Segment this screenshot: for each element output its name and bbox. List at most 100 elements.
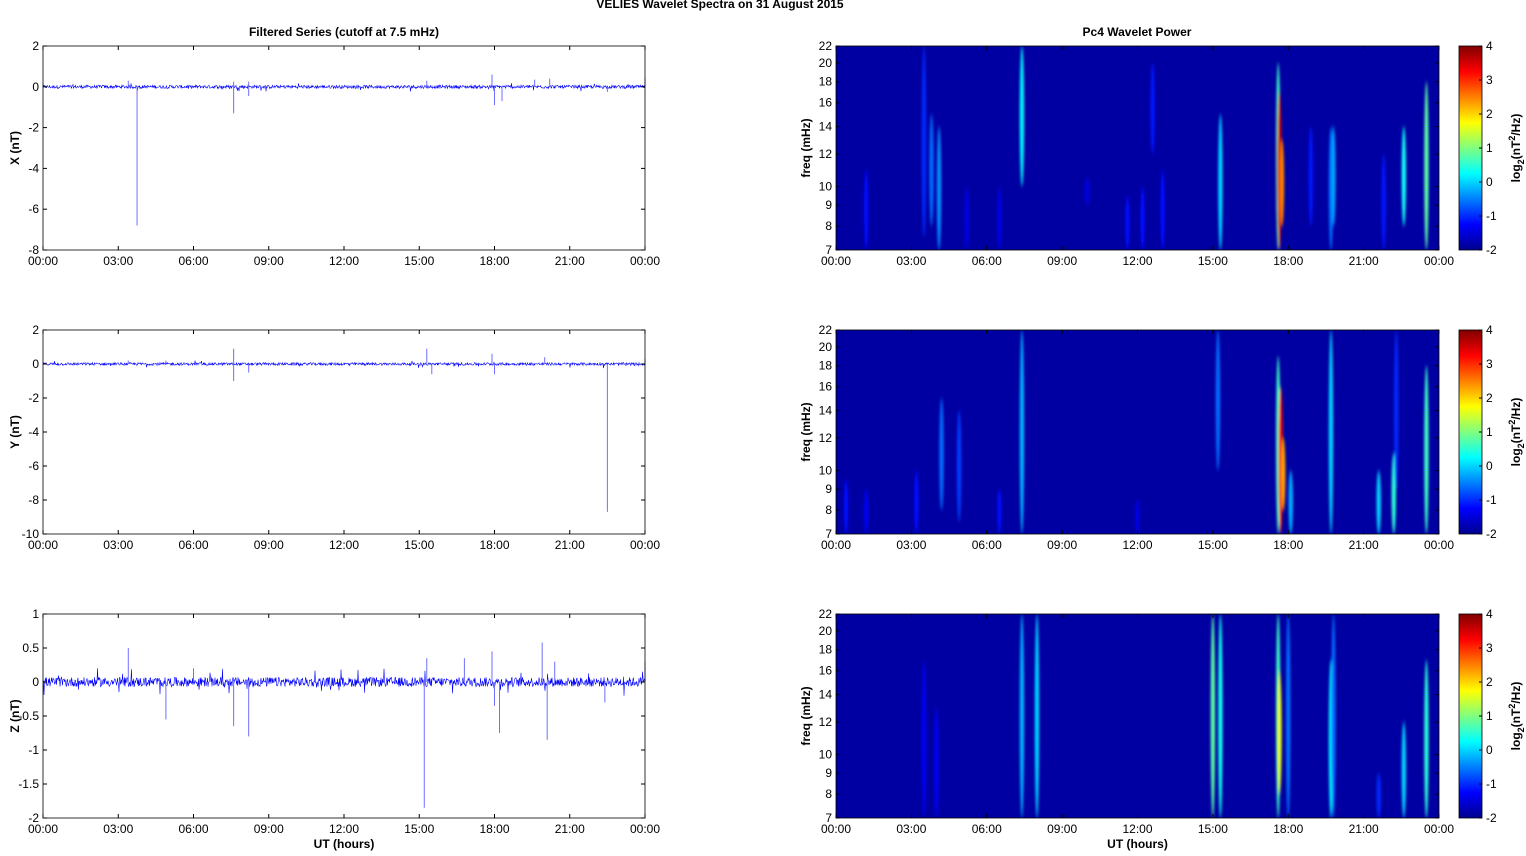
x-tick-label: 18:00 xyxy=(1273,822,1303,836)
y-axis-label: Z (nT) xyxy=(8,699,22,732)
x-tick-label: 21:00 xyxy=(555,822,585,836)
y-tick-label: 8 xyxy=(825,787,832,801)
x-tick-label: 21:00 xyxy=(555,254,585,268)
colorbar-label: log2(nT2/Hz) xyxy=(1507,398,1526,467)
wavelet-burst xyxy=(1394,330,1399,490)
colorbar-tick-label: 3 xyxy=(1486,73,1493,87)
figure: VELIES Wavelet Spectra on 31 August 2015… xyxy=(8,0,1526,851)
y-tick-label: 18 xyxy=(819,359,833,373)
wavelet-z-panel: 43210-1-2log2(nT2/Hz)00:00 03:00 06:00 09:0… xyxy=(799,607,1526,851)
wavelet-burst xyxy=(1218,114,1223,250)
plot-frame xyxy=(42,613,646,819)
wavelet-burst xyxy=(929,114,934,227)
y-tick-label: -8 xyxy=(28,243,39,257)
y-tick-label: 8 xyxy=(825,503,832,517)
wavelet-burst xyxy=(1279,139,1285,227)
x-tick-label: 18:00 xyxy=(479,254,509,268)
colorbar-tick-label: 1 xyxy=(1486,141,1493,155)
x-tick-label: 15:00 xyxy=(404,254,434,268)
y-tick-label: 22 xyxy=(819,323,833,337)
heatmap-background xyxy=(836,614,1439,818)
series-line xyxy=(42,360,646,369)
x-tick-label: 18:00 xyxy=(1273,254,1303,268)
y-tick-label: -1.5 xyxy=(18,777,39,791)
x-tick-label: 03:00 xyxy=(103,538,133,552)
colorbar-tick-label: -1 xyxy=(1486,209,1497,223)
x-tick-label: 21:00 xyxy=(1349,254,1379,268)
y-tick-label: 9 xyxy=(825,482,832,496)
colorbar-tick-label: -2 xyxy=(1486,243,1497,257)
x-tick-label: 06:00 xyxy=(972,538,1002,552)
y-tick-label: 1 xyxy=(32,607,39,621)
x-tick-label: 15:00 xyxy=(404,822,434,836)
wavelet-burst xyxy=(1160,169,1165,250)
x-tick-label: 12:00 xyxy=(1122,822,1152,836)
y-tick-label: -2 xyxy=(28,391,39,405)
y-tick-label: 22 xyxy=(819,607,833,621)
wavelet-burst xyxy=(1140,186,1145,250)
x-tick-label: 09:00 xyxy=(1047,254,1077,268)
y-tick-label: 18 xyxy=(819,643,833,657)
x-tick-label: 12:00 xyxy=(329,254,359,268)
heatmap-background xyxy=(836,46,1439,250)
wavelet-burst xyxy=(1424,659,1429,818)
colorbar-tick-label: 2 xyxy=(1486,391,1493,405)
x-tick-label: 15:00 xyxy=(1198,538,1228,552)
x-tick-label: 00:00 xyxy=(1424,538,1454,552)
y-tick-label: 12 xyxy=(819,431,833,445)
wavelet-burst xyxy=(1019,330,1025,534)
colorbar xyxy=(1458,329,1483,535)
wavelet-x-panel: 43210-1-2log2(nT2/Hz)00:00 03:00 06:00 09:0… xyxy=(799,39,1526,268)
y-tick-label: 2 xyxy=(32,39,39,53)
x-tick-label: 15:00 xyxy=(404,538,434,552)
x-tick-label: 00:00 xyxy=(630,254,660,268)
y-tick-label: 14 xyxy=(819,404,833,418)
wavelet-burst xyxy=(1210,614,1216,818)
x-axis-label: UT (hours) xyxy=(1107,837,1168,851)
wavelet-burst xyxy=(1085,177,1090,206)
colorbar-tick-label: 2 xyxy=(1486,107,1493,121)
x-tick-label: 21:00 xyxy=(1349,822,1379,836)
y-axis-label: freq (mHz) xyxy=(799,402,813,461)
wavelet-burst xyxy=(1376,773,1381,818)
y-tick-label: 12 xyxy=(819,715,833,729)
y-tick-label: 7 xyxy=(825,527,832,541)
series-z-panel: 00:00 03:00 06:00 09:00 12:00 15:00 18:00 21:00… xyxy=(8,607,660,851)
y-tick-label: 0 xyxy=(32,357,39,371)
colorbar-tick-label: 4 xyxy=(1486,39,1493,53)
colorbar xyxy=(1458,613,1483,819)
series-line xyxy=(42,83,646,92)
colorbar-tick-label: 0 xyxy=(1486,459,1493,473)
colorbar-tick-label: 4 xyxy=(1486,323,1493,337)
plot-frame xyxy=(42,45,646,251)
wavelet-burst xyxy=(1150,62,1155,154)
y-tick-label: 16 xyxy=(819,96,833,110)
y-axis-label: freq (mHz) xyxy=(799,686,813,745)
right-column-title: Pc4 Wavelet Power xyxy=(1083,25,1192,39)
y-tick-label: 14 xyxy=(819,688,833,702)
wavelet-burst xyxy=(921,659,927,818)
wavelet-burst xyxy=(863,169,869,250)
x-tick-label: 09:00 xyxy=(254,822,284,836)
y-tick-label: 0 xyxy=(32,675,39,689)
y-axis-label: Y (nT) xyxy=(8,415,22,449)
wavelet-burst xyxy=(939,398,944,511)
y-tick-label: -4 xyxy=(28,425,39,439)
y-tick-label: 9 xyxy=(825,766,832,780)
colorbar-tick-label: -1 xyxy=(1486,777,1497,791)
y-tick-label: -2 xyxy=(28,811,39,825)
colorbar-tick-label: 3 xyxy=(1486,357,1493,371)
wavelet-burst xyxy=(997,489,1002,534)
x-tick-label: 06:00 xyxy=(972,254,1002,268)
wavelet-burst xyxy=(964,186,969,250)
x-tick-label: 12:00 xyxy=(329,822,359,836)
x-tick-label: 00:00 xyxy=(1424,822,1454,836)
y-tick-label: -8 xyxy=(28,493,39,507)
wavelet-burst xyxy=(1401,126,1407,227)
colorbar-tick-label: 1 xyxy=(1486,425,1493,439)
y-tick-label: 2 xyxy=(32,323,39,337)
wavelet-burst xyxy=(1328,330,1334,534)
colorbar-label: log2(nT2/Hz) xyxy=(1507,114,1526,183)
x-tick-label: 12:00 xyxy=(1122,254,1152,268)
x-tick-label: 18:00 xyxy=(479,822,509,836)
